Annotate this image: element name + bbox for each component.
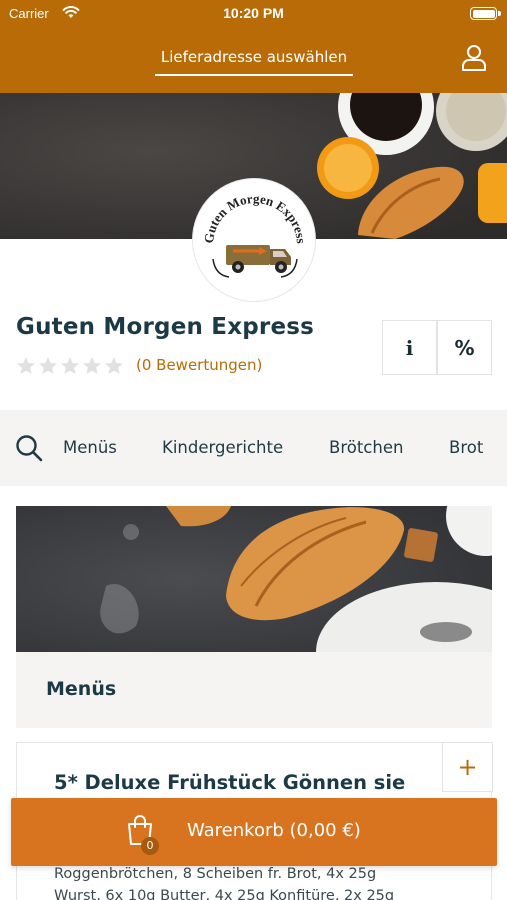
star-icon [83,357,101,374]
discount-button[interactable]: % [437,320,492,375]
category-tab-broetchen[interactable]: Brötchen [329,438,403,457]
rating-stars [16,356,126,376]
logo-text: Guten Morgen Express [201,191,309,244]
battery-tip [498,11,501,16]
search-icon[interactable] [15,434,43,462]
product-description-line: Wurst, 6x 10g Butter, 4x 25g Konfitüre, … [54,888,395,900]
product-title: 5* Deluxe Frühstück Gönnen sie [54,771,406,794]
cart-button[interactable]: 0 Warenkorb (0,00 €) [11,798,497,866]
status-bar: Carrier 10:20 PM [0,0,507,28]
star-icon [39,357,57,374]
product-description-line: Roggenbrötchen, 8 Scheiben fr. Brot, 4x … [54,866,377,882]
restaurant-logo: Guten Morgen Express [192,178,316,302]
section-header: Menüs [16,652,492,728]
section-title: Menüs [46,678,117,700]
address-underline [155,74,353,76]
info-button[interactable]: i [382,320,437,375]
add-to-cart-button[interactable]: + [442,742,493,792]
cart-label: Warenkorb (0,00 €) [187,820,361,841]
svg-text:Guten Morgen Express: Guten Morgen Express [201,191,309,244]
battery-icon [470,7,497,20]
delivery-address-selector[interactable]: Lieferadresse auswählen [155,48,353,66]
category-bar: Menüs Kindergerichte Brötchen Brot [0,410,507,486]
category-tab-menus[interactable]: Menüs [63,438,117,457]
category-tab-brot[interactable]: Brot [449,438,483,457]
category-tab-kindergerichte[interactable]: Kindergerichte [162,438,283,457]
section-image [16,506,492,652]
percent-icon: % [454,335,475,360]
product-description: Roggenbrötchen, 8 Scheiben fr. Brot, 4x … [54,863,454,900]
star-icon [105,357,123,374]
cart-count-badge: 0 [141,837,159,855]
user-icon[interactable] [461,44,487,72]
reviews-link[interactable]: (0 Bewertungen) [136,356,262,374]
app-header: Carrier 10:20 PM Lieferadresse auswählen [0,0,507,93]
info-icon: i [405,335,414,360]
star-icon [17,357,35,374]
star-icon [61,357,79,374]
status-time: 10:20 PM [223,5,284,21]
restaurant-name: Guten Morgen Express [16,314,315,340]
